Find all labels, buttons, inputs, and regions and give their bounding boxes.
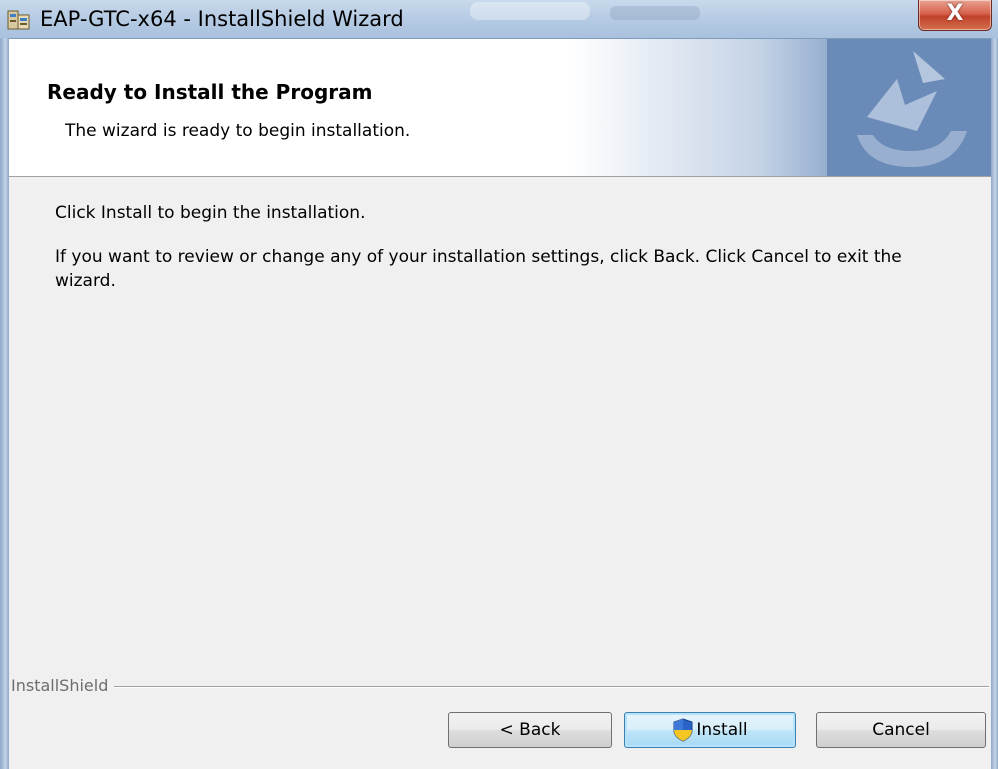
title-bar-glass-shadow [610, 6, 700, 20]
page-subtitle: The wizard is ready to begin installatio… [65, 121, 411, 141]
title-bar[interactable]: EAP-GTC-x64 - InstallShield Wizard X [0, 0, 998, 39]
window-frame-right [991, 38, 998, 769]
back-button-label: < Back [499, 720, 561, 740]
page-title: Ready to Install the Program [47, 80, 373, 104]
back-button[interactable]: < Back [448, 712, 612, 748]
cancel-button[interactable]: Cancel [816, 712, 986, 748]
cancel-button-label: Cancel [872, 720, 930, 740]
installshield-logo-panel [827, 39, 991, 176]
title-bar-glass-highlight [470, 2, 590, 20]
footer-divider [11, 686, 989, 688]
close-icon: X [946, 1, 964, 26]
installer-icon[interactable] [6, 7, 32, 33]
install-button[interactable]: Install [624, 712, 796, 748]
brand-label: InstallShield [11, 675, 115, 697]
close-button[interactable]: X [918, 0, 992, 31]
header-banner: Ready to Install the Program The wizard … [9, 39, 991, 177]
install-button-label: Install [696, 720, 748, 740]
window-frame-left [0, 38, 9, 769]
instruction-text: Click Install to begin the installation. [55, 203, 366, 223]
uac-shield-icon [673, 718, 693, 742]
review-text: If you want to review or change any of y… [55, 247, 902, 291]
installshield-logo-icon [857, 51, 967, 167]
window-title: EAP-GTC-x64 - InstallShield Wizard [40, 7, 404, 31]
